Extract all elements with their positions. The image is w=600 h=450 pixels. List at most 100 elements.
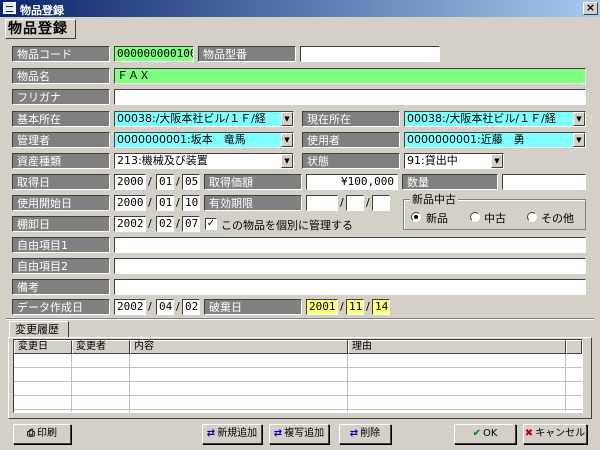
item-code-label: 物品コード <box>12 46 110 62</box>
inventory-month-field[interactable]: 02 <box>156 216 174 232</box>
expiry-year-field[interactable] <box>306 195 338 211</box>
date-separator: / <box>176 300 180 313</box>
acquired-day-field[interactable]: 05 <box>182 174 200 190</box>
disposal-date-label: 破棄日 <box>204 299 302 315</box>
created-date-label: データ作成日 <box>12 299 110 315</box>
free1-field[interactable] <box>114 237 586 253</box>
window-app-icon <box>3 2 16 14</box>
close-button[interactable]: × <box>583 2 598 15</box>
radio-other[interactable] <box>527 212 537 222</box>
expiry-label: 有効期限 <box>204 195 302 211</box>
disposal-day-field[interactable]: 14 <box>372 299 390 315</box>
furigana-field[interactable] <box>114 89 586 105</box>
date-separator: / <box>148 175 152 188</box>
disposal-year-field[interactable]: 2001 <box>306 299 338 315</box>
current-location-value: 00038:/大阪本社ビル/１Ｆ/経 <box>407 112 556 125</box>
delete-button[interactable]: ⇄ 削除 <box>339 424 391 444</box>
print-button[interactable]: ⎙ 印刷 <box>13 424 71 444</box>
item-name-field[interactable]: ＦＡＸ <box>114 68 586 84</box>
radio-used[interactable] <box>470 212 480 222</box>
acquired-date-label: 取得日 <box>12 174 110 190</box>
created-month-field[interactable]: 04 <box>156 299 174 315</box>
tab-history[interactable]: 変更履歴 <box>9 321 69 338</box>
cancel-button-label: キャンセル <box>535 428 586 439</box>
free1-label: 自由項目1 <box>12 237 110 253</box>
cancel-button[interactable]: ✖ キャンセル <box>523 424 587 444</box>
delete-button-label: 削除 <box>360 428 381 439</box>
copy-add-button-label: 複写追加 <box>284 428 325 439</box>
chevron-down-icon[interactable]: ▼ <box>573 133 585 147</box>
date-separator: / <box>366 196 370 209</box>
use-start-year-field[interactable]: 2000 <box>114 195 146 211</box>
status-label: 状態 <box>302 153 400 169</box>
condition-group-title: 新品中古 <box>410 191 458 207</box>
copy-add-button[interactable]: ⇄ 複写追加 <box>269 424 329 444</box>
window-title: 物品登録 <box>20 4 64 17</box>
chevron-down-icon[interactable]: ▼ <box>281 112 293 126</box>
date-separator: / <box>176 217 180 230</box>
manager-value: 0000000001:坂本 竜馬 <box>117 133 246 146</box>
column-divider <box>347 354 348 412</box>
table-row[interactable] <box>14 368 582 382</box>
acquired-year-field[interactable]: 2000 <box>114 174 146 190</box>
printer-icon: ⎙ <box>27 428 35 439</box>
print-button-label: 印刷 <box>37 428 57 439</box>
furigana-label: フリガナ <box>12 89 110 105</box>
notes-field[interactable] <box>114 279 586 295</box>
acquired-month-field[interactable]: 01 <box>156 174 174 190</box>
expiry-month-field[interactable] <box>346 195 364 211</box>
status-value: 91:貸出中 <box>407 154 458 167</box>
individual-manage-label: この物品を個別に管理する <box>221 219 353 232</box>
table-row[interactable] <box>14 382 582 396</box>
column-header-changer[interactable]: 変更者 <box>72 340 130 354</box>
manager-select[interactable]: 0000000001:坂本 竜馬 ▼ <box>114 132 294 148</box>
current-location-select[interactable]: 00038:/大阪本社ビル/１Ｆ/経 ▼ <box>404 111 586 127</box>
chevron-down-icon[interactable]: ▼ <box>491 154 503 168</box>
expiry-day-field[interactable] <box>372 195 390 211</box>
created-year-field[interactable]: 2002 <box>114 299 146 315</box>
use-start-month-field[interactable]: 01 <box>156 195 174 211</box>
user-label: 使用者 <box>302 132 400 148</box>
ok-button[interactable]: ✔ OK <box>454 424 516 444</box>
column-header-reason[interactable]: 理由 <box>348 340 566 354</box>
table-row[interactable] <box>14 396 582 410</box>
base-location-select[interactable]: 00038:/大阪本社ビル/１Ｆ/経 ▼ <box>114 111 294 127</box>
history-grid[interactable]: 変更日 変更者 内容 理由 <box>13 339 583 413</box>
delete-icon: ⇄ <box>349 428 359 439</box>
date-separator: / <box>148 217 152 230</box>
acquired-price-field[interactable]: ¥100,000 <box>306 174 398 190</box>
chevron-down-icon[interactable]: ▼ <box>281 154 293 168</box>
column-header-date[interactable]: 変更日 <box>14 340 72 354</box>
asset-type-value: 213:機械及び装置 <box>117 154 208 167</box>
model-no-field[interactable] <box>300 46 440 62</box>
chevron-down-icon[interactable]: ▼ <box>281 133 293 147</box>
radio-other-label: その他 <box>541 212 574 225</box>
acquired-price-label: 取得価額 <box>204 174 302 190</box>
chevron-down-icon[interactable]: ▼ <box>573 112 585 126</box>
inventory-date-label: 棚卸日 <box>12 216 110 232</box>
quantity-field[interactable] <box>502 174 586 190</box>
new-add-button[interactable]: ⇄ 新規追加 <box>202 424 262 444</box>
item-code-field[interactable]: 000000000100 <box>114 46 194 62</box>
status-select[interactable]: 91:貸出中 ▼ <box>404 153 504 169</box>
close-icon: × <box>585 1 596 14</box>
column-header-end <box>566 340 582 354</box>
use-start-day-field[interactable]: 10 <box>182 195 200 211</box>
inventory-day-field[interactable]: 07 <box>182 216 200 232</box>
date-separator: / <box>148 196 152 209</box>
radio-new[interactable] <box>411 212 421 222</box>
disposal-month-field[interactable]: 11 <box>346 299 364 315</box>
inventory-year-field[interactable]: 2002 <box>114 216 146 232</box>
date-separator: / <box>176 196 180 209</box>
individual-manage-checkbox[interactable]: ✓ <box>205 218 217 230</box>
free2-field[interactable] <box>114 258 586 274</box>
asset-type-select[interactable]: 213:機械及び装置 ▼ <box>114 153 294 169</box>
column-header-content[interactable]: 内容 <box>130 340 348 354</box>
user-select[interactable]: 0000000001:近藤 勇 ▼ <box>404 132 586 148</box>
divider <box>6 318 594 320</box>
column-divider <box>129 354 130 412</box>
created-day-field[interactable]: 02 <box>182 299 200 315</box>
table-row[interactable] <box>14 354 582 368</box>
ok-button-label: OK <box>482 428 498 439</box>
column-divider <box>71 354 72 412</box>
